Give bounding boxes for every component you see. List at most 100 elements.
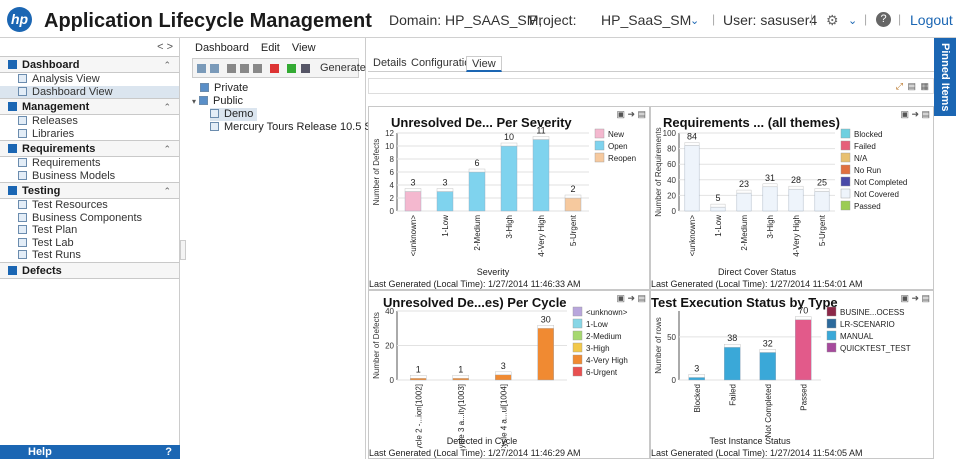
sidebar-item-requirements[interactable]: Requirements xyxy=(0,157,179,170)
legend-swatch xyxy=(594,140,605,151)
domain-label: Domain: HP_SAAS_SM, xyxy=(389,12,543,28)
sidebar-section-dashboard[interactable]: Dashboard ⌃ xyxy=(0,56,179,73)
tab-view[interactable]: View xyxy=(466,56,502,72)
generate-icon[interactable] xyxy=(301,64,310,73)
sidebar-item-libraries[interactable]: Libraries xyxy=(0,128,179,141)
sidebar-item-test-lab[interactable]: Test Lab xyxy=(0,237,179,250)
y-tick-label: 12 xyxy=(385,129,394,138)
refresh-icon[interactable] xyxy=(287,64,296,73)
pinned-items-tab[interactable]: Pinned Items xyxy=(934,38,956,116)
sidebar-item-dashboard-view[interactable]: Dashboard View xyxy=(0,85,179,98)
chart-bar xyxy=(762,186,778,212)
tree-node-public[interactable]: ▾ Public xyxy=(188,95,365,108)
sidebar-section-requirements[interactable]: Requirements ⌃ xyxy=(0,140,179,157)
copy-icon[interactable] xyxy=(240,64,249,73)
legend-swatch xyxy=(826,330,837,341)
legend-entry: Blocked xyxy=(854,130,882,139)
y-tick-label: 100 xyxy=(663,129,677,138)
tree-node-private[interactable]: Private xyxy=(188,82,365,95)
collapse-chevron-icon[interactable]: ⌃ xyxy=(163,57,171,74)
sidebar-item-label: Requirements xyxy=(32,157,101,169)
help-label: Help xyxy=(28,446,52,458)
data-label: 23 xyxy=(739,179,749,189)
sidebar-item-label: Dashboard View xyxy=(32,85,113,98)
generate-button[interactable]: Generate xyxy=(320,62,366,74)
paste-icon[interactable] xyxy=(253,64,262,73)
chart-bar xyxy=(684,145,700,212)
sidebar-item-test-plan[interactable]: Test Plan xyxy=(0,224,179,237)
x-axis-label: Detected in Cycle xyxy=(447,436,518,446)
analysis-view-icon xyxy=(18,74,27,83)
legend-swatch xyxy=(840,164,851,175)
delete-icon[interactable] xyxy=(270,64,279,73)
sidebar-section-defects[interactable]: Defects xyxy=(0,261,179,279)
project-dropdown-icon[interactable]: ⌄ xyxy=(690,14,699,27)
legend-swatch xyxy=(826,342,837,353)
sidebar-item-releases[interactable]: Releases xyxy=(0,115,179,128)
app-header: hp Application Lifecycle Management Doma… xyxy=(0,0,956,38)
x-tick-label: Not Completed xyxy=(764,384,773,437)
y-axis-label: Number of Defects xyxy=(372,312,381,379)
data-label: 3 xyxy=(694,363,699,373)
cut-icon[interactable] xyxy=(227,64,236,73)
pane-last-generated: Last Generated (Local Time): 1/27/2014 1… xyxy=(369,279,581,289)
collapse-chevron-icon[interactable]: ⌃ xyxy=(163,99,171,116)
data-label: 84 xyxy=(687,131,697,141)
menu-edit[interactable]: Edit xyxy=(261,42,280,54)
splitter-handle[interactable] xyxy=(180,240,186,260)
releases-icon xyxy=(18,116,27,125)
bar-cap xyxy=(468,168,486,173)
sidebar-item-analysis-view[interactable]: Analysis View xyxy=(0,73,179,86)
bar-cap xyxy=(795,316,812,320)
sidebar-section-management[interactable]: Management ⌃ xyxy=(0,98,179,115)
x-tick-label: 5-Urgent xyxy=(818,214,827,246)
chart-bar xyxy=(814,191,830,212)
menu-view[interactable]: View xyxy=(292,42,316,54)
project-label: Project: xyxy=(529,12,577,28)
legend-swatch xyxy=(840,140,851,151)
collapse-chevron-icon[interactable]: ⌃ xyxy=(163,183,171,200)
legend-entry: Open xyxy=(608,142,628,151)
separator: | xyxy=(864,12,868,26)
collapse-chevron-icon[interactable]: ⌃ xyxy=(163,141,171,158)
expand-arrow-icon[interactable]: ▾ xyxy=(192,97,196,106)
dashboard-pane-3: Unresolved De...es) Per Cycle ▣ ➜ ▤ Last G… xyxy=(368,290,650,459)
help-icon[interactable]: ? xyxy=(876,12,891,27)
legend-entry: New xyxy=(608,130,624,139)
expand-icon[interactable]: ⤢ xyxy=(896,81,903,92)
x-tick-label: 1-Low xyxy=(441,215,450,237)
sidebar-nav-arrows[interactable]: < > xyxy=(0,38,179,56)
menu-dashboard[interactable]: Dashboard xyxy=(195,42,249,54)
tree-node-label: Private xyxy=(214,82,249,94)
generate-all-icon[interactable]: ▤ xyxy=(907,81,916,92)
project-selector[interactable]: HP_SaaS_SM xyxy=(601,12,691,28)
new-page-icon[interactable] xyxy=(210,64,219,73)
data-label: 3 xyxy=(442,178,447,188)
logout-link[interactable]: Logout xyxy=(910,12,953,28)
settings-gear-icon[interactable]: ⚙ xyxy=(826,12,839,29)
help-bar[interactable]: Help? xyxy=(0,445,180,459)
layout-icon[interactable]: ▦ xyxy=(920,81,929,92)
sidebar-item-test-runs[interactable]: Test Runs xyxy=(0,249,179,262)
separator: | xyxy=(898,12,902,26)
tree-node-mercury[interactable]: Mercury Tours Release 10.5 Status xyxy=(188,121,396,134)
sidebar-item-business-components[interactable]: Business Components xyxy=(0,212,179,225)
sidebar-item-label: Business Components xyxy=(32,211,143,224)
sidebar: < > Dashboard ⌃ Analysis View Dashboard Vie… xyxy=(0,38,180,459)
help-question-icon[interactable]: ? xyxy=(165,445,172,459)
sidebar-section-testing[interactable]: Testing ⌃ xyxy=(0,182,179,199)
sidebar-item-label: Test Runs xyxy=(32,249,81,261)
user-label: User: sasuser4 xyxy=(723,12,818,28)
legend-swatch xyxy=(594,152,605,163)
settings-dropdown-icon[interactable]: ⌄ xyxy=(848,14,857,27)
legend-swatch xyxy=(572,330,583,341)
sidebar-item-business-models[interactable]: Business Models xyxy=(0,170,179,183)
new-folder-icon[interactable] xyxy=(197,64,206,73)
tree-node-demo[interactable]: Demo xyxy=(188,108,365,121)
tree-menu: Dashboard Edit View xyxy=(188,38,365,58)
x-tick-label: Failed xyxy=(728,384,737,406)
data-label: 70 xyxy=(798,306,808,316)
y-tick-label: 4 xyxy=(390,181,395,190)
sidebar-item-test-resources[interactable]: Test Resources xyxy=(0,199,179,212)
x-tick-label: Blocked xyxy=(693,384,702,412)
